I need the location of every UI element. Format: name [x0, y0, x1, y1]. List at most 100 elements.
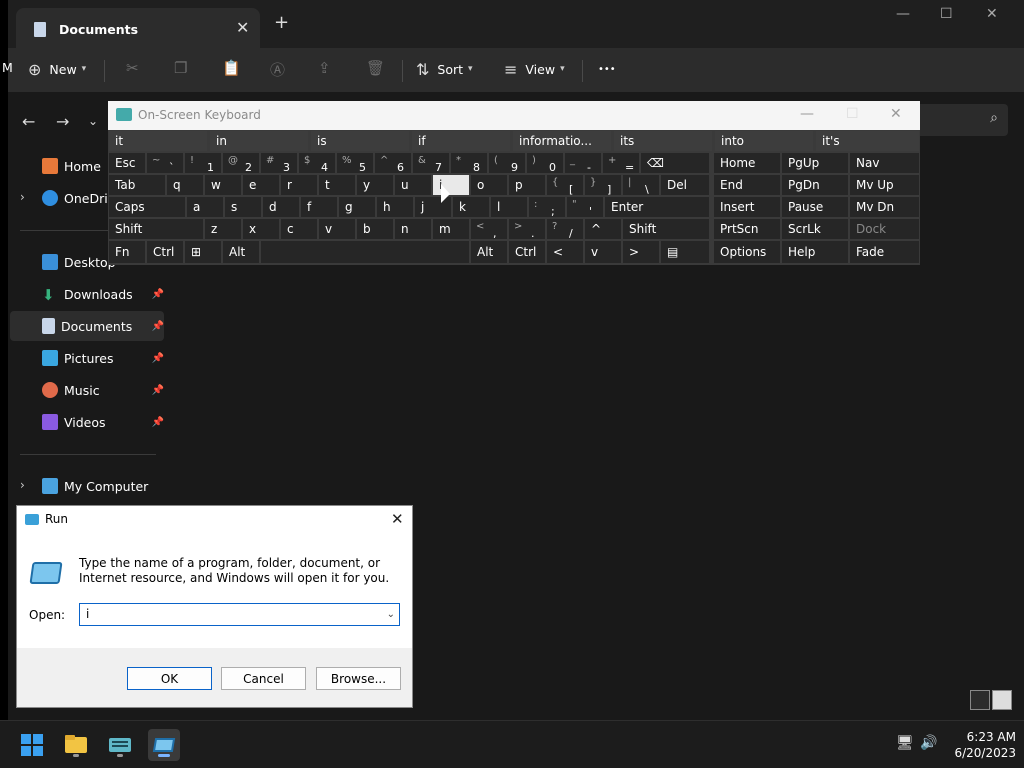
rename-icon[interactable]: Ⓐ [270, 59, 285, 80]
cut-icon[interactable]: ✂ [126, 59, 139, 77]
key-right-arrow[interactable]: > [623, 241, 659, 263]
key-w[interactable]: w [205, 175, 241, 195]
key-right-alt[interactable]: Alt [471, 241, 507, 263]
sidebar-item-music[interactable]: Music 📌 [10, 375, 164, 405]
key-del[interactable]: Del [661, 175, 709, 195]
delete-icon[interactable]: 🗑 [366, 59, 385, 77]
more-options-button[interactable]: ••• [598, 58, 616, 80]
key-period[interactable]: >. [509, 219, 545, 240]
copy-icon[interactable]: ❐ [174, 59, 187, 77]
key-tab[interactable]: Tab [109, 175, 165, 195]
pin-icon[interactable]: 📌 [152, 417, 164, 428]
key-a[interactable]: a [187, 197, 223, 217]
key-esc[interactable]: Esc [109, 153, 145, 173]
key-comma[interactable]: <, [471, 219, 507, 240]
key-d[interactable]: d [263, 197, 299, 217]
key-left-shift[interactable]: Shift [109, 219, 203, 239]
osk-close-button[interactable]: ✕ [890, 106, 902, 122]
key-2[interactable]: @2 [223, 153, 259, 174]
run-close-button[interactable]: ✕ [391, 510, 404, 528]
key-q[interactable]: q [167, 175, 203, 195]
key-v[interactable]: v [319, 219, 355, 239]
key-s[interactable]: s [225, 197, 261, 217]
key-open-bracket[interactable]: {[ [547, 175, 583, 196]
key-k[interactable]: k [453, 197, 489, 217]
pin-icon[interactable]: 📌 [152, 321, 164, 332]
key-l[interactable]: l [491, 197, 527, 217]
key-semicolon[interactable]: :; [529, 197, 565, 218]
prediction-key[interactable]: if [412, 131, 510, 151]
pin-icon[interactable]: 📌 [152, 353, 164, 364]
key-p[interactable]: p [509, 175, 545, 195]
prediction-key[interactable]: it's [816, 131, 919, 151]
key-home[interactable]: Home [714, 153, 780, 173]
view-button[interactable]: ≡ View ▾ [504, 58, 565, 80]
key-left-arrow[interactable]: < [547, 241, 583, 263]
sidebar-item-documents[interactable]: Documents 📌 [10, 311, 164, 341]
clock[interactable]: 6:23 AM 6/20/2023 [946, 729, 1016, 761]
open-input[interactable]: i ⌄ [79, 603, 400, 626]
recent-chevron-icon[interactable]: ⌄ [88, 114, 98, 128]
key-slash[interactable]: ? / [547, 219, 583, 240]
prediction-key[interactable]: its [614, 131, 712, 151]
key-backslash[interactable]: | \ [623, 175, 659, 196]
sidebar-item-my-computer[interactable]: My Computer [10, 471, 164, 501]
key-nav[interactable]: Nav [850, 153, 919, 173]
large-icons-view-toggle[interactable] [992, 690, 1012, 710]
osk-maximize-button[interactable]: ☐ [846, 106, 859, 122]
key-b[interactable]: b [357, 219, 393, 239]
new-button[interactable]: ⊕ New ▾ [28, 58, 86, 80]
key-help[interactable]: Help [782, 241, 848, 263]
key-backspace[interactable]: ⌫ [641, 153, 709, 173]
key-0[interactable]: ) 0 [527, 153, 563, 174]
key-quote[interactable]: " ' [567, 197, 603, 218]
prediction-key[interactable]: it [109, 131, 207, 151]
back-arrow-icon[interactable]: ← [22, 112, 35, 131]
key-down-arrow[interactable]: v [585, 241, 621, 263]
close-window-button[interactable]: ✕ [986, 6, 998, 22]
key-e[interactable]: e [243, 175, 279, 195]
key-u[interactable]: u [395, 175, 431, 195]
key-scrlk[interactable]: ScrLk [782, 219, 848, 239]
paste-icon[interactable]: 📋 [222, 59, 241, 77]
key-7[interactable]: & 7 [413, 153, 449, 174]
key-space[interactable] [261, 241, 469, 263]
close-tab-icon[interactable]: ✕ [236, 18, 249, 37]
cancel-button[interactable]: Cancel [221, 667, 306, 690]
minimize-button[interactable]: — [896, 6, 910, 22]
key-8[interactable]: * 8 [451, 153, 487, 174]
sidebar-item-pictures[interactable]: Pictures 📌 [10, 343, 164, 373]
dropdown-chevron-icon[interactable]: ⌄ [387, 604, 395, 625]
key-windows[interactable]: ⊞ [185, 241, 221, 263]
key-fade[interactable]: Fade [850, 241, 919, 263]
key-right-ctrl[interactable]: Ctrl [509, 241, 545, 263]
key-left-alt[interactable]: Alt [223, 241, 259, 263]
key-enter[interactable]: Enter [605, 197, 709, 217]
key-equals[interactable]: + = [603, 153, 639, 174]
network-icon[interactable]: 🖥 [896, 735, 914, 751]
details-view-toggle[interactable] [970, 690, 990, 710]
key-insert[interactable]: Insert [714, 197, 780, 217]
sort-button[interactable]: ⇅ Sort ▾ [416, 58, 473, 80]
key-dock[interactable]: Dock [850, 219, 919, 239]
maximize-button[interactable]: ☐ [940, 6, 953, 22]
key-pgup[interactable]: PgUp [782, 153, 848, 173]
start-button[interactable] [16, 729, 48, 761]
key-i[interactable]: i [433, 175, 469, 195]
key-5[interactable]: % 5 [337, 153, 373, 174]
key-up-arrow[interactable]: ^ [585, 219, 621, 239]
key-backtick[interactable]: ~ ` [147, 153, 183, 174]
key-right-shift[interactable]: Shift [623, 219, 709, 239]
key-options[interactable]: Options [714, 241, 780, 263]
key-r[interactable]: r [281, 175, 317, 195]
taskbar-file-explorer[interactable] [60, 729, 92, 761]
key-menu[interactable]: ▤ [661, 241, 709, 263]
share-icon[interactable]: ⇪ [318, 59, 331, 77]
key-caps[interactable]: Caps [109, 197, 185, 217]
key-prtscn[interactable]: PrtScn [714, 219, 780, 239]
key-4[interactable]: $4 [299, 153, 335, 174]
taskbar-on-screen-keyboard[interactable] [104, 729, 136, 761]
prediction-key[interactable]: into [715, 131, 813, 151]
key-3[interactable]: #3 [261, 153, 297, 174]
osk-minimize-button[interactable]: — [800, 106, 814, 122]
